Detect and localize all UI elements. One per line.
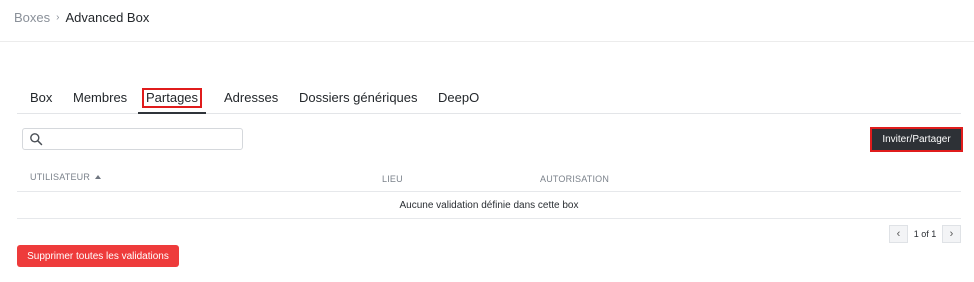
column-header-utilisateur[interactable]: UTILISATEUR (30, 172, 102, 182)
next-page-button[interactable]: › (942, 225, 961, 243)
pagination: ‹ 1 of 1 › (889, 225, 961, 243)
tab-adresses[interactable]: Adresses (223, 88, 279, 113)
column-header-autorisation-label: AUTORISATION (540, 174, 610, 184)
delete-all-validations-button[interactable]: Supprimer toutes les validations (17, 245, 179, 267)
chevron-left-icon: ‹ (896, 228, 901, 240)
breadcrumb-separator-icon: › (56, 12, 60, 23)
table-header: UTILISATEUR LIEU AUTORISATION (17, 166, 961, 192)
invite-share-button[interactable]: Inviter/Partager (870, 127, 963, 152)
tab-box[interactable]: Box (29, 88, 53, 113)
tab-adresses-label: Adresses (224, 90, 279, 105)
tab-dossiers-generiques[interactable]: Dossiers génériques (298, 88, 419, 113)
tab-bar: Box Membres Partages Adresses Dossiers g… (17, 88, 961, 114)
column-header-utilisateur-label: UTILISATEUR (30, 172, 91, 182)
column-header-lieu[interactable]: LIEU (382, 174, 403, 184)
empty-table-row: Aucune validation définie dans cette box (17, 192, 961, 219)
search-icon (30, 133, 43, 146)
search-input[interactable] (45, 131, 240, 147)
page-header: Boxes › Advanced Box (0, 0, 974, 42)
tab-membres-label: Membres (73, 90, 128, 105)
tab-deepo[interactable]: DeepO (437, 88, 480, 113)
tab-dossiers-generiques-label: Dossiers génériques (299, 90, 418, 105)
column-header-autorisation[interactable]: AUTORISATION (540, 174, 609, 184)
tab-box-label: Box (30, 90, 53, 105)
breadcrumb: Boxes › Advanced Box (14, 10, 149, 25)
tab-deepo-label: DeepO (438, 90, 480, 105)
chevron-right-icon: › (949, 228, 954, 240)
search-box (22, 128, 243, 150)
breadcrumb-root-link[interactable]: Boxes (14, 10, 50, 25)
empty-message: Aucune validation définie dans cette box (399, 199, 579, 211)
page-indicator: 1 of 1 (913, 229, 937, 239)
breadcrumb-current: Advanced Box (65, 10, 150, 25)
column-header-lieu-label: LIEU (382, 174, 403, 184)
tab-membres[interactable]: Membres (72, 88, 128, 113)
tab-partages[interactable]: Partages (137, 88, 207, 114)
sort-ascending-icon (95, 175, 102, 179)
previous-page-button[interactable]: ‹ (889, 225, 908, 243)
tab-partages-label: Partages (141, 88, 203, 108)
